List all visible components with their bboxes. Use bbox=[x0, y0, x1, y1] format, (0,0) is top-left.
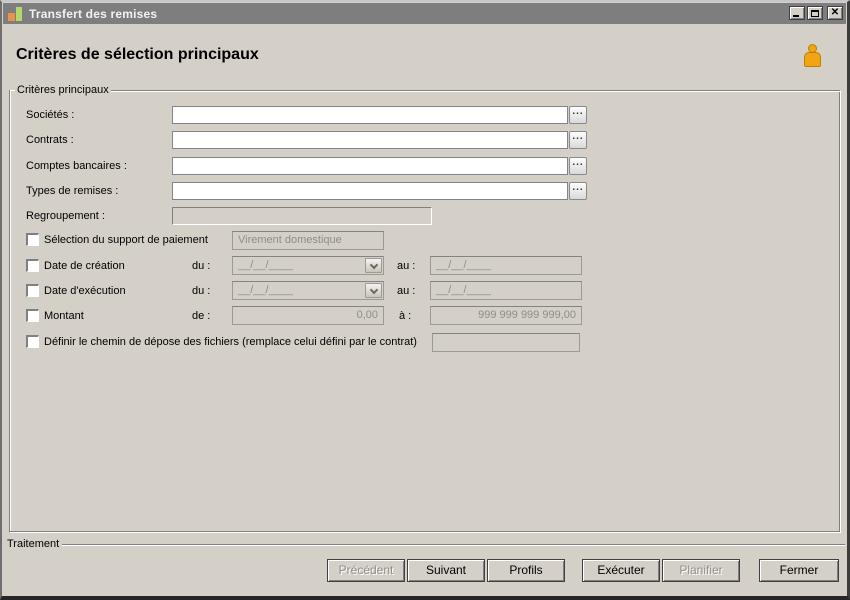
regroupement-label: Regroupement : bbox=[26, 210, 105, 222]
date-creation-checkbox[interactable] bbox=[25, 258, 40, 273]
comptes-bancaires-label: Comptes bancaires : bbox=[26, 160, 127, 172]
montant-a-field: 999 999 999 999,00 bbox=[430, 306, 582, 325]
montant-a-label: à : bbox=[399, 310, 412, 322]
date-creation-du-label: du : bbox=[192, 260, 211, 272]
window-title: Transfert des remises bbox=[29, 6, 158, 21]
date-execution-au-label: au : bbox=[397, 285, 416, 297]
date-execution-label: Date d'exécution bbox=[44, 285, 126, 297]
types-remises-browse-button[interactable]: ... bbox=[569, 182, 587, 200]
app-icon-green-bar bbox=[16, 6, 22, 21]
support-paiement-label: Sélection du support de paiement bbox=[44, 234, 208, 246]
comptes-bancaires-input[interactable] bbox=[172, 157, 568, 175]
types-remises-label: Types de remises : bbox=[26, 185, 119, 197]
window-controls: ✕ bbox=[787, 6, 843, 20]
maximize-icon bbox=[811, 9, 819, 17]
contrats-label: Contrats : bbox=[26, 134, 74, 146]
date-creation-du-combo: __/__/____ bbox=[232, 256, 384, 275]
criteres-group-label: Critères principaux bbox=[15, 84, 111, 96]
contrats-browse-button[interactable]: ... bbox=[569, 131, 587, 149]
app-icon bbox=[7, 6, 25, 22]
suivant-button[interactable]: Suivant bbox=[407, 559, 485, 582]
maximize-button[interactable] bbox=[807, 6, 823, 20]
montant-checkbox[interactable] bbox=[25, 308, 40, 323]
user-icon bbox=[803, 44, 823, 68]
titlebar[interactable]: Transfert des remises ✕ bbox=[3, 3, 846, 24]
montant-label: Montant bbox=[44, 310, 84, 322]
support-paiement-value: Virement domestique bbox=[232, 231, 384, 250]
date-execution-du-label: du : bbox=[192, 285, 211, 297]
date-creation-label: Date de création bbox=[44, 260, 125, 272]
planifier-button[interactable]: Planifier bbox=[662, 559, 740, 582]
close-button[interactable]: ✕ bbox=[827, 6, 843, 20]
precedent-button[interactable]: Précédent bbox=[327, 559, 405, 582]
comptes-bancaires-browse-button[interactable]: ... bbox=[569, 157, 587, 175]
executer-button[interactable]: Exécuter bbox=[582, 559, 660, 582]
date-execution-checkbox[interactable] bbox=[25, 283, 40, 298]
minimize-button[interactable] bbox=[789, 6, 805, 20]
support-paiement-checkbox[interactable] bbox=[25, 232, 40, 247]
contrats-input[interactable] bbox=[172, 131, 568, 149]
chemin-depose-label: Définir le chemin de dépose des fichiers… bbox=[44, 336, 417, 348]
date-creation-au-label: au : bbox=[397, 260, 416, 272]
societes-browse-button[interactable]: ... bbox=[569, 106, 587, 124]
chevron-down-icon[interactable] bbox=[365, 283, 382, 298]
chevron-down-icon[interactable] bbox=[365, 258, 382, 273]
montant-de-field: 0,00 bbox=[232, 306, 384, 325]
societes-label: Sociétés : bbox=[26, 109, 75, 121]
montant-de-label: de : bbox=[192, 310, 211, 322]
close-icon: ✕ bbox=[830, 7, 840, 18]
minimize-icon bbox=[793, 15, 799, 17]
date-creation-au-field: __/__/____ bbox=[430, 256, 582, 275]
fermer-button[interactable]: Fermer bbox=[759, 559, 839, 582]
chemin-depose-checkbox[interactable] bbox=[25, 334, 40, 349]
types-remises-input[interactable] bbox=[172, 182, 568, 200]
traitement-group-label: Traitement bbox=[7, 538, 60, 550]
app-icon-orange-bar bbox=[8, 12, 15, 21]
societes-input[interactable] bbox=[172, 106, 568, 124]
regroupement-input[interactable] bbox=[172, 207, 432, 225]
date-execution-au-field: __/__/____ bbox=[430, 281, 582, 300]
chemin-depose-field bbox=[432, 333, 580, 352]
profils-button[interactable]: Profils bbox=[487, 559, 565, 582]
date-execution-du-combo: __/__/____ bbox=[232, 281, 384, 300]
page-title: Critères de sélection principaux bbox=[16, 46, 259, 63]
dialog-window: Transfert des remises ✕ Critères de séle… bbox=[0, 0, 850, 600]
